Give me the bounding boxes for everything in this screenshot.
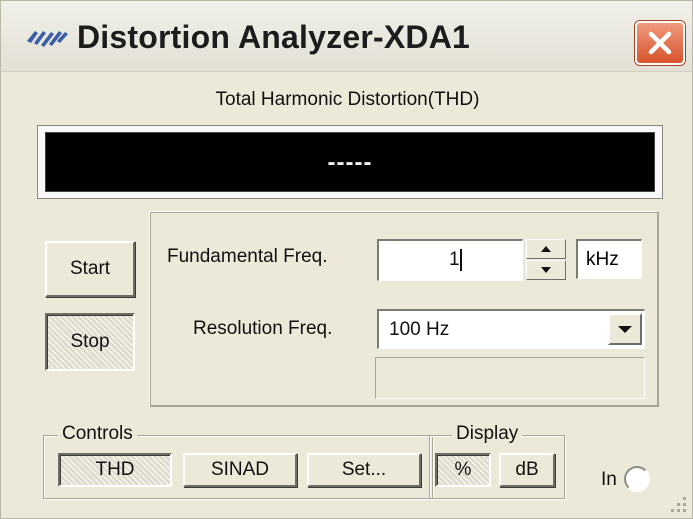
display-screen: ----- [45, 132, 655, 192]
chevron-down-icon [541, 267, 551, 273]
display-group-legend: Display [452, 423, 523, 445]
resize-grip-icon[interactable] [663, 489, 689, 515]
increment-button[interactable] [526, 239, 566, 259]
close-button[interactable] [635, 21, 685, 65]
input-indicator-label: In [601, 469, 617, 490]
thd-display: ----- [37, 125, 663, 199]
analyzer-window: Distortion Analyzer-XDA1 Total Harmonic … [0, 0, 693, 519]
stop-button[interactable]: Stop [45, 313, 135, 371]
resolution-freq-value: 100 Hz [389, 319, 450, 340]
chevron-up-icon [541, 246, 551, 252]
fundamental-freq-value: 1 [449, 249, 460, 271]
frequency-unit-display: kHz [576, 239, 642, 279]
resolution-freq-label: Resolution Freq. [193, 318, 333, 339]
display-value: ----- [327, 149, 373, 176]
db-button[interactable]: dB [499, 453, 555, 487]
decrement-button[interactable] [526, 260, 566, 280]
fundamental-freq-stepper[interactable] [526, 239, 566, 281]
dropdown-button[interactable] [608, 313, 642, 345]
controls-group-legend: Controls [58, 423, 137, 445]
sinad-button[interactable]: SINAD [183, 453, 297, 487]
instrument-logo-icon [27, 31, 68, 47]
settings-button[interactable]: Set... [307, 453, 421, 487]
input-led-indicator [624, 466, 650, 492]
measurement-caption: Total Harmonic Distortion(THD) [215, 89, 480, 110]
start-button[interactable]: Start [45, 241, 135, 297]
close-icon [648, 31, 672, 55]
empty-status-field [375, 357, 645, 399]
fundamental-freq-input[interactable]: 1 [377, 239, 523, 281]
thd-button[interactable]: THD [58, 453, 172, 487]
title-bar[interactable]: Distortion Analyzer-XDA1 [1, 1, 692, 72]
fundamental-freq-label: Fundamental Freq. [167, 246, 328, 267]
chevron-down-icon [618, 326, 632, 333]
window-title: Distortion Analyzer-XDA1 [77, 19, 471, 55]
resolution-freq-select[interactable]: 100 Hz [377, 309, 645, 349]
percent-button[interactable]: % [435, 453, 491, 487]
